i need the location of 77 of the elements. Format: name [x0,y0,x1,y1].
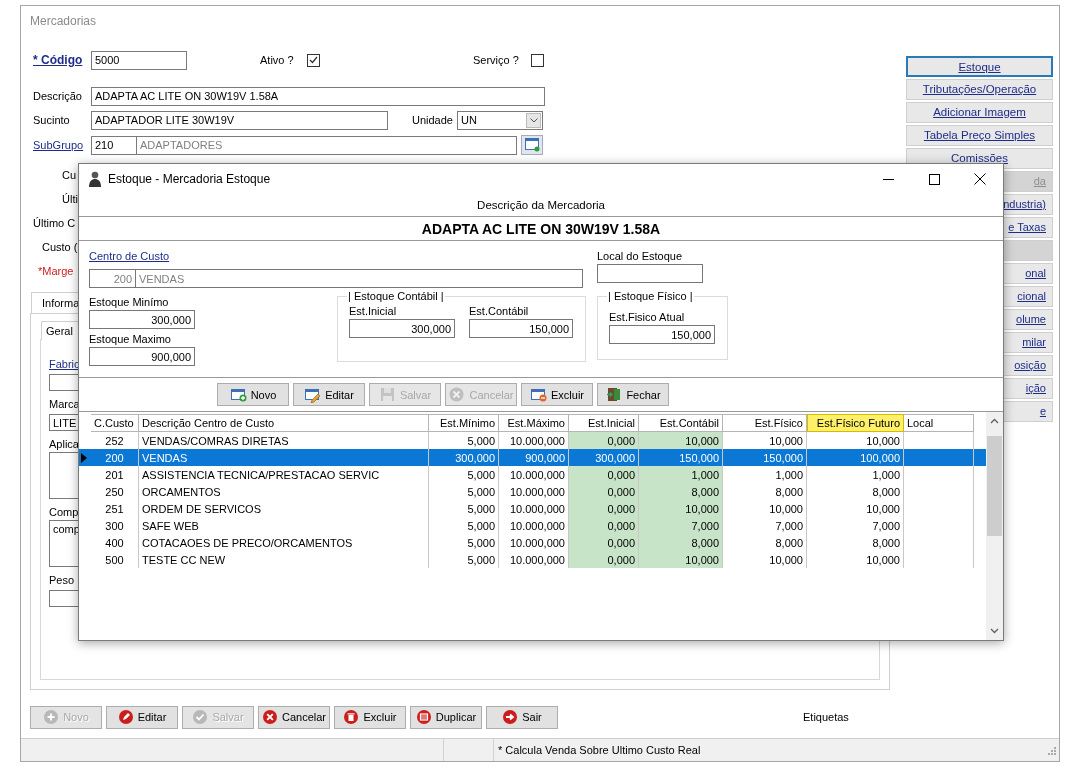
table-cell: 1,000 [807,466,904,483]
table-cell: 150,000 [723,449,807,466]
field-label: Aplica [49,438,79,451]
table-cell: 10,000 [807,551,904,568]
table-cell: 10,000 [639,432,723,449]
field-label: Último C [33,216,76,231]
field-label: Estoque Minímo [89,296,170,310]
field-label: Local do Estoque [597,250,683,264]
table-cell: 251 [91,500,139,517]
table-cell: 5,000 [429,500,499,517]
table-cell: 10,000 [807,500,904,517]
status-text: * Calcula Venda Sobre Ultimo Custo Real [498,744,701,756]
table-cell: 1,000 [723,466,807,483]
table-cell: 10,000 [723,551,807,568]
table-cell: 0,000 [569,551,639,568]
field-label: Descrição [32,90,83,102]
table-cell: COTACAOES DE PRECO/ORCAMENTOS [139,534,429,551]
table-cell: 100,000 [807,449,904,466]
table-cell: 1,000 [639,466,723,483]
table-cell: 0,000 [569,432,639,449]
table-cell: 5,000 [429,517,499,534]
table-cell: 8,000 [807,483,904,500]
table-cell: SAFE WEB [139,517,429,534]
field-label: *Marge [38,264,74,279]
field-label: Estoque Maximo [89,333,172,347]
table-cell: 500 [91,551,139,568]
table-cell: 8,000 [639,534,723,551]
product-description: ADAPTA AC LITE ON 30W19V 1.58A [421,220,661,237]
table-cell: 0,000 [569,517,639,534]
field-label: Est.Fisico Atual [609,311,686,325]
field-label: Serviço ? [473,54,520,66]
window-title: Mercadorias [30,14,97,28]
field-label: Unidade [412,114,454,126]
field-label: Sucinto [32,114,71,126]
table-cell: 8,000 [723,483,807,500]
field-label: Últi [62,192,78,207]
table-cell: 0,000 [569,534,639,551]
table-cell: 0,000 [569,466,639,483]
dialog-title: Estoque - Mercadoria Estoque [108,172,272,186]
field-label: Comp [49,506,79,519]
field-label: Est.Contábil [469,305,530,319]
group-title: | Estoque Físico | [607,290,694,302]
field-label: Custo ( [42,240,78,255]
table-cell: 900,000 [499,449,569,466]
table-cell: 300,000 [429,449,499,466]
table-cell: 400 [91,534,139,551]
table-cell: 10,000 [723,500,807,517]
table-cell: 0,000 [569,500,639,517]
table-cell: 300 [91,517,139,534]
table-cell: 8,000 [807,534,904,551]
table-cell: ASSISTENCIA TECNICA/PRESTACAO SERVIC [139,466,429,483]
table-cell: 7,000 [723,517,807,534]
table-cell: 7,000 [639,517,723,534]
table-cell: 5,000 [429,551,499,568]
field-label: Cu [62,168,77,183]
table-cell: 201 [91,466,139,483]
field-label: Est.Inicial [349,305,398,319]
table-cell: TESTE CC NEW [139,551,429,568]
table-cell: 8,000 [639,483,723,500]
table-cell: 0,000 [569,483,639,500]
table-cell: 7,000 [807,517,904,534]
table-cell: 5,000 [429,534,499,551]
table-cell: 10,000 [639,500,723,517]
field-label: Descrição da Mercadoria [477,199,605,211]
field-label: Ativo ? [260,54,295,66]
table-cell: 10,000 [639,551,723,568]
table-cell: 5,000 [429,466,499,483]
table-cell: ORDEM DE SERVICOS [139,500,429,517]
field-label: Peso [49,574,75,587]
group-title: | Estoque Contábil | [347,290,445,302]
table-cell: ORCAMENTOS [139,483,429,500]
table-cell: 250 [91,483,139,500]
table-cell: 200 [91,449,139,466]
table-cell: 8,000 [723,534,807,551]
table-cell: VENDAS [139,449,429,466]
table-cell: 5,000 [429,483,499,500]
etiquetas-label: Etiquetas [803,711,849,723]
